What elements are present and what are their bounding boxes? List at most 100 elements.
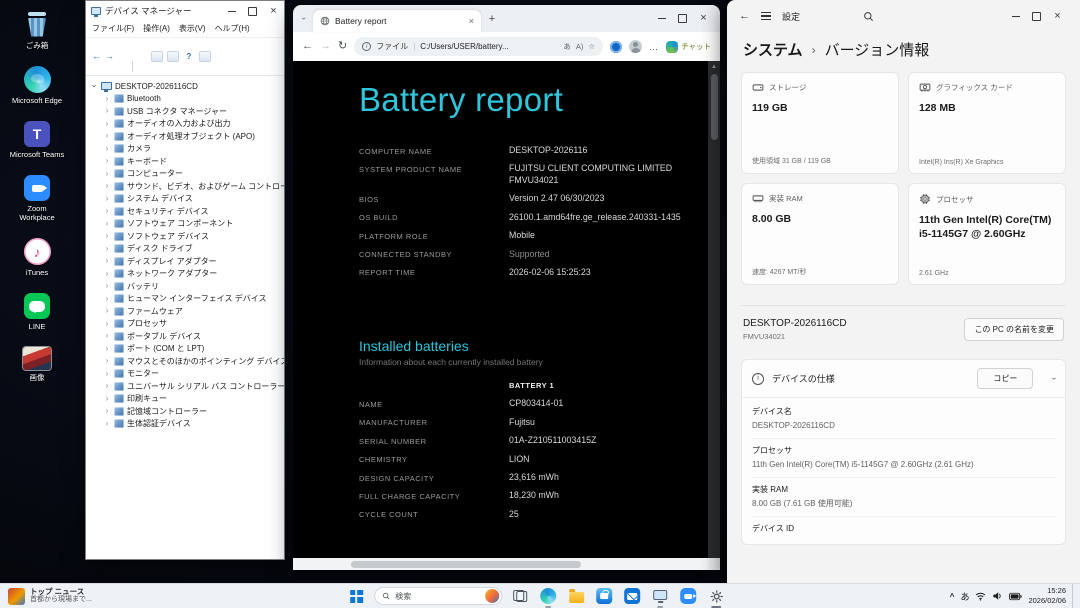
- search-icon[interactable]: [863, 11, 874, 22]
- expand-chevron-icon[interactable]: ›: [103, 395, 111, 403]
- taskbar-icon-device-manager[interactable]: [650, 585, 670, 608]
- expand-chevron-icon[interactable]: ›: [103, 420, 111, 428]
- desktop-icon-image-file[interactable]: 画像: [8, 347, 66, 382]
- expand-chevron-icon[interactable]: ›: [103, 195, 111, 203]
- expand-chevron-icon[interactable]: ›: [103, 295, 111, 303]
- expand-chevron-icon[interactable]: ›: [103, 307, 111, 315]
- device-tree-item[interactable]: ›ディスプレイ アダプター: [88, 255, 284, 268]
- device-tree-item[interactable]: ›ソフトウェア デバイス: [88, 230, 284, 243]
- device-tree-item[interactable]: ›USB コネクタ マネージャー: [88, 105, 284, 118]
- device-tree-item[interactable]: ›ディスク ドライブ: [88, 243, 284, 256]
- tab-close-icon[interactable]: ×: [469, 16, 474, 26]
- translate-icon[interactable]: あ: [563, 41, 571, 52]
- expand-chevron-icon[interactable]: ›: [103, 182, 111, 190]
- expand-chevron-icon[interactable]: ›: [103, 245, 111, 253]
- refresh-icon[interactable]: ↻: [338, 41, 347, 52]
- tray-clock[interactable]: 15:26 2026/02/06: [1028, 586, 1066, 606]
- expand-chevron-icon[interactable]: ›: [103, 257, 111, 265]
- back-icon[interactable]: ←: [302, 41, 313, 52]
- device-tree-item[interactable]: ›モニター: [88, 368, 284, 381]
- vertical-scrollbar[interactable]: ▲: [708, 61, 720, 558]
- widgets-button[interactable]: トップ ニュース 首都から現場まで...: [0, 584, 100, 608]
- device-tree-item[interactable]: ›カメラ: [88, 143, 284, 156]
- nav-menu-icon[interactable]: [761, 12, 771, 20]
- device-tree-item[interactable]: ›マウスとそのほかのポインティング デバイス: [88, 355, 284, 368]
- settings-menu-icon[interactable]: …: [649, 42, 659, 52]
- menu-file[interactable]: ファイル(F): [92, 23, 134, 34]
- minimize-button[interactable]: [221, 2, 242, 21]
- expand-chevron-icon[interactable]: ›: [103, 145, 111, 153]
- tab-battery-report[interactable]: Battery report ×: [313, 10, 481, 32]
- scroll-up-icon[interactable]: ▲: [708, 61, 720, 72]
- device-tree-item[interactable]: ›コンピューター: [88, 168, 284, 181]
- desktop-icon-itunes[interactable]: iTunes: [8, 238, 66, 277]
- device-tree-item[interactable]: ›ネットワーク アダプター: [88, 268, 284, 281]
- back-icon[interactable]: ←: [92, 52, 101, 61]
- close-button[interactable]: [1047, 7, 1068, 26]
- scrollbar-thumb[interactable]: [351, 561, 581, 568]
- battery-icon[interactable]: [1009, 592, 1022, 601]
- device-tree-root[interactable]: › DESKTOP-2026116CD: [88, 80, 284, 93]
- taskbar-search[interactable]: 検索: [374, 587, 502, 605]
- taskbar-icon-mail[interactable]: [622, 585, 642, 608]
- expand-chevron-icon[interactable]: ›: [103, 157, 111, 165]
- rename-pc-button[interactable]: この PC の名前を変更: [964, 318, 1064, 341]
- expand-chevron-icon[interactable]: ›: [103, 207, 111, 215]
- profile-avatar[interactable]: [629, 40, 642, 53]
- maximize-button[interactable]: [242, 2, 263, 21]
- menu-help[interactable]: ヘルプ(H): [215, 23, 250, 34]
- page-info-icon[interactable]: i: [362, 42, 371, 51]
- extension-icon[interactable]: [610, 41, 622, 53]
- expand-chevron-icon[interactable]: ›: [103, 282, 111, 290]
- device-tree-item[interactable]: ›ファームウェア: [88, 305, 284, 318]
- expand-chevron-icon[interactable]: ›: [103, 132, 111, 140]
- device-tree-item[interactable]: ›システム デバイス: [88, 193, 284, 206]
- chevron-up-icon[interactable]: ‹: [1049, 377, 1058, 380]
- device-tree-item[interactable]: ›プロセッサ: [88, 318, 284, 331]
- read-aloud-icon[interactable]: A): [576, 42, 584, 51]
- taskbar-icon-task-view[interactable]: [510, 585, 530, 608]
- forward-icon[interactable]: →: [320, 41, 331, 52]
- start-button[interactable]: [346, 585, 366, 608]
- back-icon[interactable]: ←: [739, 10, 750, 22]
- expand-chevron-icon[interactable]: ›: [103, 407, 111, 415]
- device-tree-item[interactable]: ›ポート (COM と LPT): [88, 343, 284, 356]
- desktop-icon-line[interactable]: LINE: [8, 293, 66, 331]
- favorite-star-icon[interactable]: ☆: [588, 42, 595, 51]
- minimize-button[interactable]: [651, 9, 672, 28]
- console-tree-icon[interactable]: [151, 51, 163, 62]
- expand-chevron-icon[interactable]: ›: [103, 332, 111, 340]
- maximize-button[interactable]: [1026, 7, 1047, 26]
- expand-chevron-icon[interactable]: ›: [103, 345, 111, 353]
- device-tree-item[interactable]: ›印刷キュー: [88, 393, 284, 406]
- device-tree-item[interactable]: ›オーディオの入力および出力: [88, 118, 284, 131]
- new-tab-button[interactable]: +: [485, 13, 499, 25]
- maximize-button[interactable]: [672, 9, 693, 28]
- taskbar-icon-store[interactable]: [594, 585, 614, 608]
- chat-button[interactable]: チャット: [666, 41, 711, 53]
- scrollbar-thumb[interactable]: [711, 74, 718, 140]
- expand-chevron-icon[interactable]: ›: [103, 382, 111, 390]
- scan-hardware-icon[interactable]: [199, 51, 211, 62]
- expand-chevron-icon[interactable]: ›: [103, 220, 111, 228]
- device-tree-item[interactable]: ›生体認証デバイス: [88, 418, 284, 431]
- expand-chevron-icon[interactable]: ›: [103, 95, 111, 103]
- device-tree-item[interactable]: ›ソフトウェア コンポーネント: [88, 218, 284, 231]
- menu-view[interactable]: 表示(V): [179, 23, 206, 34]
- minimize-button[interactable]: [1005, 7, 1026, 26]
- tab-actions-chevron-icon[interactable]: ›: [300, 14, 309, 24]
- hidden-icons-chevron[interactable]: ^: [950, 592, 955, 601]
- copy-button[interactable]: コピー: [977, 368, 1033, 389]
- properties-icon[interactable]: [167, 51, 179, 62]
- device-tree-item[interactable]: ›Bluetooth: [88, 93, 284, 106]
- close-button[interactable]: [693, 9, 714, 28]
- url-field[interactable]: i ファイル | C:/Users/USER/battery... あ A) ☆: [354, 37, 603, 56]
- device-tree-item[interactable]: ›ヒューマン インターフェイス デバイス: [88, 293, 284, 306]
- wifi-icon[interactable]: [975, 591, 986, 601]
- volume-icon[interactable]: [992, 591, 1003, 601]
- breadcrumb-system[interactable]: システム: [743, 39, 803, 60]
- help-icon[interactable]: ?: [183, 51, 195, 62]
- device-tree-item[interactable]: ›キーボード: [88, 155, 284, 168]
- device-tree-item[interactable]: ›オーディオ処理オブジェクト (APO): [88, 130, 284, 143]
- taskbar-icon-settings[interactable]: [706, 585, 726, 608]
